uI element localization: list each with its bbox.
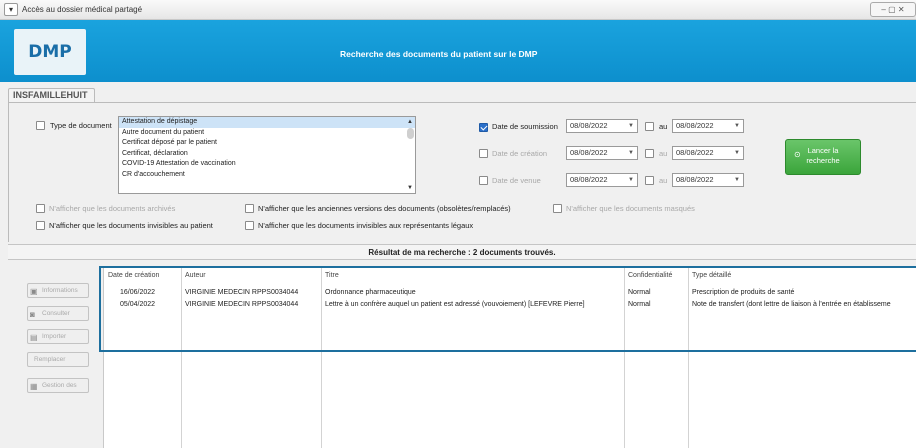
date-soumission-to[interactable]: 08/08/2022 ▼ — [672, 119, 744, 133]
date-creation-to-checkbox[interactable] — [645, 149, 654, 158]
scroll-up-icon[interactable]: ▲ — [407, 119, 413, 125]
remplacer-button[interactable]: Remplacer — [27, 352, 89, 367]
window-controls[interactable]: – ▢ ✕ — [870, 2, 916, 17]
view-icon: ◙ — [30, 310, 35, 319]
type-document-label: Type de document — [50, 121, 112, 130]
window-menu-button[interactable]: ▾ — [4, 3, 18, 16]
dmp-logo: DMP — [14, 29, 86, 75]
au-label: au — [659, 122, 668, 131]
document-type-item[interactable]: Attestation de dépistage — [119, 117, 415, 128]
document-type-item[interactable]: CR d'accouchement — [119, 170, 415, 181]
date-venue-to-checkbox[interactable] — [645, 176, 654, 185]
scrollbar-thumb[interactable] — [407, 128, 414, 139]
archived-checkbox[interactable] — [36, 204, 45, 213]
importer-button[interactable]: ▤ Importer — [27, 329, 89, 344]
invisible-patient-checkbox[interactable] — [36, 221, 45, 230]
masked-checkbox[interactable] — [553, 204, 562, 213]
results-highlight-frame — [99, 266, 916, 352]
type-document-checkbox[interactable] — [36, 121, 45, 130]
results-summary: Résultat de ma recherche : 2 documents t… — [8, 244, 916, 260]
date-venue-label: Date de venue — [492, 176, 541, 185]
date-creation-checkbox[interactable] — [479, 149, 488, 158]
patient-tab[interactable]: INSFAMILLEHUIT — [8, 88, 95, 102]
date-soumission-label: Date de soumission — [492, 122, 558, 131]
invisible-reps-label: N'afficher que les documents invisibles … — [258, 221, 474, 230]
date-creation-label: Date de création — [492, 149, 548, 158]
manage-icon: ▦ — [30, 382, 38, 391]
au-label: au — [659, 149, 668, 158]
info-icon: ▣ — [30, 287, 38, 296]
date-creation-from[interactable]: 08/08/2022 ▼ — [566, 146, 638, 160]
au-label: au — [659, 176, 668, 185]
chevron-down-icon[interactable]: ▼ — [734, 120, 740, 132]
masked-label: N'afficher que les documents masqués — [566, 204, 695, 213]
chevron-down-icon[interactable]: ▼ — [628, 174, 634, 186]
document-type-item[interactable]: Certificat déposé par le patient — [119, 138, 415, 149]
gestion-button[interactable]: ▦ Gestion des — [27, 378, 89, 393]
old-versions-label: N'afficher que les anciennes versions de… — [258, 204, 511, 213]
page-title: Recherche des documents du patient sur l… — [340, 49, 538, 59]
chevron-down-icon[interactable]: ▼ — [734, 174, 740, 186]
date-venue-from[interactable]: 08/08/2022 ▼ — [566, 173, 638, 187]
date-venue-checkbox[interactable] — [479, 176, 488, 185]
document-type-item[interactable]: Certificat, déclaration — [119, 149, 415, 160]
old-versions-checkbox[interactable] — [245, 204, 254, 213]
document-type-list[interactable]: Attestation de dépistage Autre document … — [118, 116, 416, 194]
date-soumission-from[interactable]: 08/08/2022 ▼ — [566, 119, 638, 133]
chevron-down-icon[interactable]: ▼ — [628, 120, 634, 132]
search-button[interactable]: ⊙ Lancer la recherche — [785, 139, 861, 175]
window-title: Accès au dossier médical partagé — [22, 5, 143, 14]
chevron-down-icon[interactable]: ▼ — [628, 147, 634, 159]
search-icon: ⊙ — [794, 150, 801, 159]
document-type-item[interactable]: COVID-19 Attestation de vaccination — [119, 159, 415, 170]
date-creation-to[interactable]: 08/08/2022 ▼ — [672, 146, 744, 160]
chevron-down-icon[interactable]: ▼ — [734, 147, 740, 159]
consulter-button[interactable]: ◙ Consulter — [27, 306, 89, 321]
archived-label: N'afficher que les documents archivés — [49, 204, 176, 213]
window-titlebar: ▾ Accès au dossier médical partagé – ▢ ✕ — [0, 0, 916, 20]
import-icon: ▤ — [30, 333, 38, 342]
scroll-down-icon[interactable]: ▼ — [407, 185, 413, 191]
date-soumission-checkbox[interactable] — [479, 122, 488, 132]
chevron-down-icon: ▾ — [8, 5, 13, 14]
informations-button[interactable]: ▣ Informations — [27, 283, 89, 298]
date-soumission-to-checkbox[interactable] — [645, 122, 654, 131]
invisible-reps-checkbox[interactable] — [245, 221, 254, 230]
app-header: DMP Recherche des documents du patient s… — [0, 20, 916, 82]
document-type-item[interactable]: Autre document du patient — [119, 128, 415, 139]
invisible-patient-label: N'afficher que les documents invisibles … — [49, 221, 213, 230]
date-venue-to[interactable]: 08/08/2022 ▼ — [672, 173, 744, 187]
